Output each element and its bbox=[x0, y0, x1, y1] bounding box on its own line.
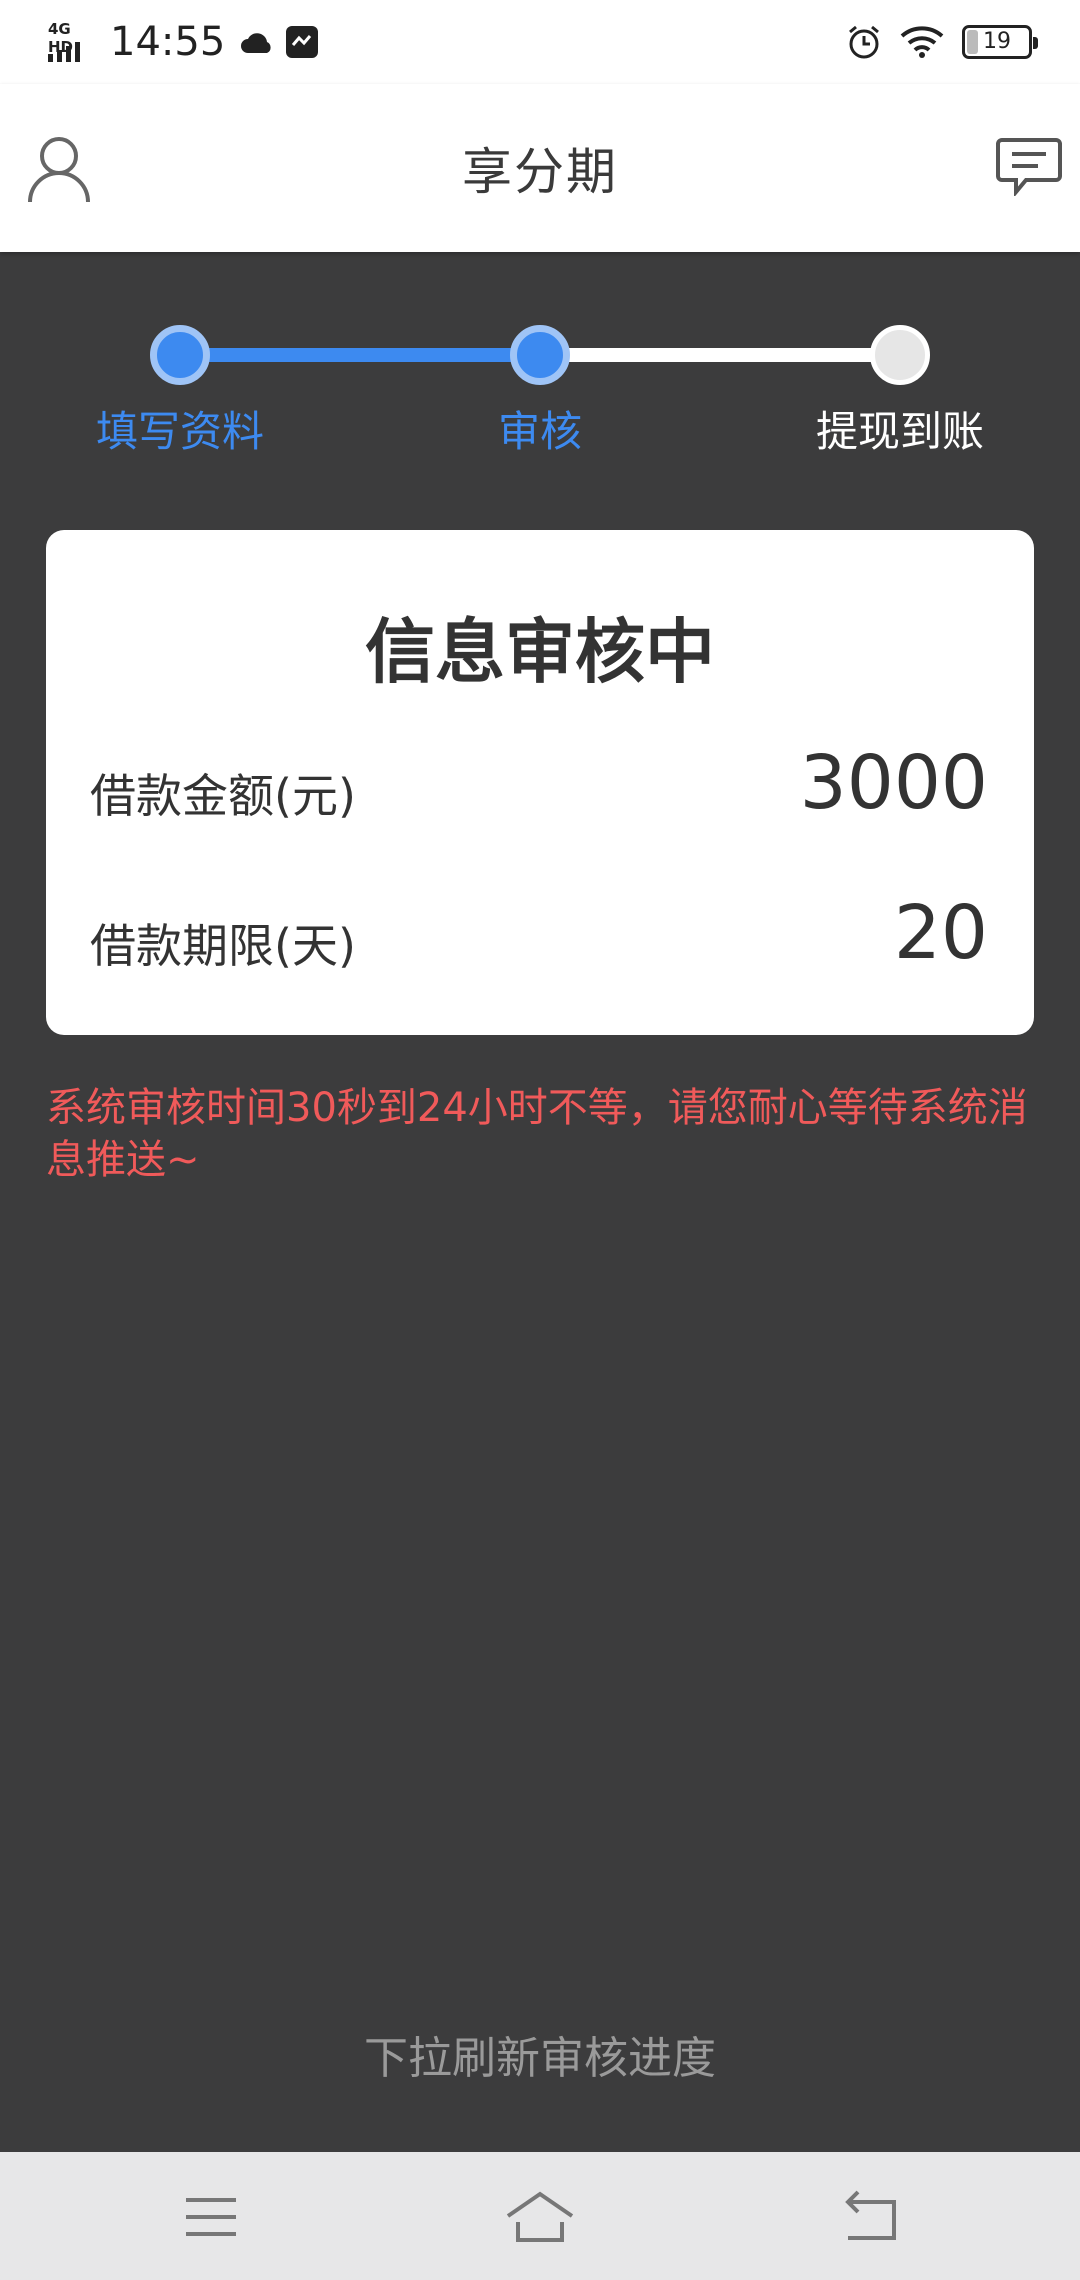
nav-back-button[interactable] bbox=[830, 2182, 910, 2252]
alarm-icon bbox=[849, 25, 879, 59]
loan-term-label: 借款期限(天) bbox=[90, 919, 356, 973]
step-dot-fill-info bbox=[150, 325, 210, 385]
app-header: 享分期 bbox=[0, 84, 1080, 252]
menu-icon bbox=[186, 2198, 236, 2236]
status-right: 19 bbox=[846, 18, 1038, 66]
loan-amount-value: 3000 bbox=[799, 740, 988, 826]
step-label-fill-info: 填写资料 bbox=[95, 407, 264, 456]
progress-track-done bbox=[180, 348, 540, 362]
step-dot-review bbox=[510, 325, 570, 385]
status-bar: 4G HD 14:55 19 bbox=[0, 0, 1080, 84]
wifi-icon bbox=[900, 26, 944, 58]
review-status-card: 信息审核中 借款金额(元) 3000 借款期限(天) 20 bbox=[46, 530, 1034, 1035]
signal-icon bbox=[48, 42, 80, 62]
status-left: 4G HD 14:55 bbox=[48, 16, 319, 68]
page-title: 享分期 bbox=[462, 143, 618, 201]
app-notification-icon bbox=[286, 26, 319, 58]
home-icon bbox=[506, 2191, 574, 2242]
system-nav-bar bbox=[0, 2152, 1080, 2280]
nav-home-button[interactable] bbox=[500, 2182, 580, 2252]
review-notice: 系统审核时间30秒到24小时不等，请您耐心等待系统消息推送~ bbox=[46, 1085, 1028, 1183]
step-label-withdraw: 提现到账 bbox=[815, 407, 984, 456]
card-title: 信息审核中 bbox=[365, 611, 715, 693]
nav-menu-button[interactable] bbox=[172, 2182, 252, 2252]
clock: 14:55 bbox=[110, 19, 226, 65]
progress-steps: 填写资料 审核 提现到账 bbox=[0, 320, 1080, 460]
pull-to-refresh-hint[interactable]: 下拉刷新审核进度 bbox=[0, 2022, 1080, 2086]
loan-term-value: 20 bbox=[893, 890, 988, 976]
message-icon bbox=[996, 138, 1062, 198]
step-label-review: 审核 bbox=[497, 407, 582, 456]
network-indicator: 4G HD bbox=[48, 20, 98, 64]
battery-icon: 19 bbox=[962, 25, 1038, 59]
step-dot-withdraw bbox=[870, 325, 930, 385]
battery-percent: 19 bbox=[983, 29, 1011, 54]
loan-amount-label: 借款金额(元) bbox=[90, 769, 356, 823]
messages-button[interactable] bbox=[996, 136, 1062, 198]
back-icon bbox=[845, 2190, 896, 2240]
progress-track-todo bbox=[540, 348, 900, 362]
weather-cloud-icon bbox=[241, 33, 271, 53]
